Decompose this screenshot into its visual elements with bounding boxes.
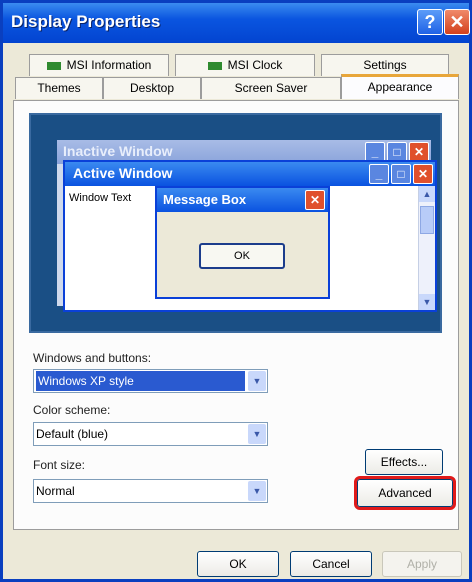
preview-message-box: Message Box ✕ OK <box>155 186 330 299</box>
close-button[interactable]: ✕ <box>444 9 470 35</box>
tab-label: MSI Information <box>66 58 152 72</box>
windows-buttons-select[interactable]: Windows XP style ▼ <box>33 369 268 393</box>
tab-themes[interactable]: Themes <box>15 77 103 99</box>
color-scheme-select[interactable]: Default (blue) ▼ <box>33 422 268 446</box>
scroll-down-icon: ▼ <box>419 294 435 310</box>
windows-buttons-label: Windows and buttons: <box>33 351 152 365</box>
minimize-icon: _ <box>369 164 389 184</box>
color-scheme-label: Color scheme: <box>33 403 111 417</box>
font-size-value: Normal <box>36 484 75 498</box>
tab-label: Desktop <box>129 81 175 95</box>
message-box-title: Message Box <box>163 192 247 207</box>
tab-label: Appearance <box>367 80 433 94</box>
monitor-icon <box>207 61 222 70</box>
maximize-icon: □ <box>387 142 407 162</box>
tab-label: Screen Saver <box>234 81 308 95</box>
close-icon: ✕ <box>409 142 429 162</box>
tab-label: Themes <box>37 81 81 95</box>
monitor-icon <box>46 61 61 70</box>
tab-appearance[interactable]: Appearance <box>341 74 459 99</box>
windows-buttons-value: Windows XP style <box>36 371 245 391</box>
tab-screen-saver[interactable]: Screen Saver <box>201 77 341 99</box>
title-bar[interactable]: Display Properties ? ✕ <box>3 3 470 43</box>
close-icon: ✕ <box>305 190 325 210</box>
close-icon: ✕ <box>413 164 433 184</box>
color-scheme-value: Default (blue) <box>36 427 109 441</box>
close-icon: ✕ <box>449 12 465 32</box>
active-window-controls: _ □ ✕ <box>367 164 433 184</box>
ok-button[interactable]: OK <box>197 551 279 577</box>
inactive-window-controls: _ □ ✕ <box>363 142 429 162</box>
maximize-icon: □ <box>391 164 411 184</box>
tab-label: Settings <box>363 58 407 72</box>
preview-scrollbar: ▲ ▼ <box>418 186 435 310</box>
minimize-icon: _ <box>365 142 385 162</box>
tab-settings[interactable]: Settings <box>321 54 449 76</box>
chevron-down-icon[interactable]: ▼ <box>248 481 266 501</box>
tab-msi-information[interactable]: MSI Information <box>29 54 169 76</box>
inactive-window-title: Inactive Window <box>63 143 173 159</box>
tab-label: MSI Clock <box>227 58 283 72</box>
effects-button[interactable]: Effects... <box>365 449 443 475</box>
help-icon: ? <box>424 12 436 32</box>
tab-msi-clock[interactable]: MSI Clock <box>175 54 315 76</box>
active-title-bar: Active Window _ □ ✕ <box>65 162 435 186</box>
scroll-up-icon: ▲ <box>419 186 435 202</box>
message-box-ok-button: OK <box>199 243 285 269</box>
scroll-thumb <box>420 206 434 234</box>
font-size-label: Font size: <box>33 458 86 472</box>
help-button[interactable]: ? <box>417 9 443 35</box>
advanced-button[interactable]: Advanced <box>354 476 456 510</box>
chevron-down-icon[interactable]: ▼ <box>248 371 266 391</box>
tab-desktop[interactable]: Desktop <box>103 77 201 99</box>
window-text: Window Text <box>69 192 132 204</box>
font-size-select[interactable]: Normal ▼ <box>33 479 268 503</box>
apply-button[interactable]: Apply <box>382 551 462 577</box>
message-box-title-bar: Message Box ✕ <box>157 188 328 212</box>
chevron-down-icon[interactable]: ▼ <box>248 424 266 444</box>
active-window-title: Active Window <box>73 165 173 181</box>
cancel-button[interactable]: Cancel <box>290 551 372 577</box>
window-title: Display Properties <box>11 12 161 31</box>
